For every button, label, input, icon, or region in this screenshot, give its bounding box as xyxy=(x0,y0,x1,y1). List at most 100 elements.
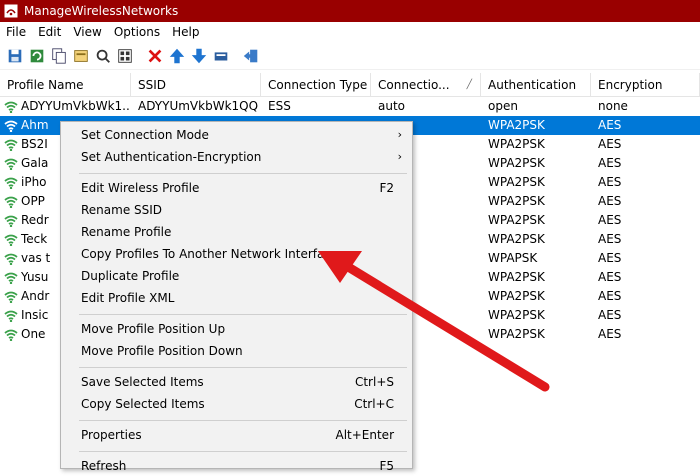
wifi-icon xyxy=(4,196,18,208)
table-cell: auto xyxy=(378,99,406,113)
toolbar-separator xyxy=(232,45,240,67)
context-menu-item[interactable]: Save Selected Items Ctrl+S xyxy=(61,372,412,392)
menu-edit[interactable]: Edit xyxy=(32,22,67,42)
copy-button[interactable] xyxy=(48,45,70,67)
menu-item-label: Move Profile Position Down xyxy=(81,344,243,358)
app-icon xyxy=(4,4,18,18)
wifi-icon xyxy=(4,272,18,284)
table-cell: AES xyxy=(598,213,622,227)
table-cell: WPA2PSK xyxy=(488,308,545,322)
table-cell: ESS xyxy=(268,99,291,113)
profile-name: BS2I xyxy=(21,137,48,151)
move-down-icon xyxy=(191,48,207,63)
table-cell: AES xyxy=(598,232,622,246)
find-button[interactable] xyxy=(92,45,114,67)
column-header-0[interactable]: Profile Name xyxy=(0,73,131,97)
menu-item-label: Set Authentication-Encryption xyxy=(81,150,262,164)
submenu-arrow-icon: › xyxy=(397,128,402,141)
copy-icon xyxy=(52,47,66,64)
context-menu-item[interactable]: Set Authentication-Encryption › xyxy=(61,147,412,167)
menu-item-shortcut: Alt+Enter xyxy=(335,428,394,442)
menu-item-label: Rename Profile xyxy=(81,225,172,239)
toolbar-separator xyxy=(136,45,144,67)
wifi-icon xyxy=(4,215,18,227)
table-cell: AES xyxy=(598,270,622,284)
context-menu-item[interactable]: Move Profile Position Down xyxy=(61,341,412,361)
wifi-icon xyxy=(4,158,18,170)
context-menu: Set Connection Mode › Set Authentication-E… xyxy=(60,121,413,473)
table-cell: WPA2PSK xyxy=(488,289,545,303)
menu-item-shortcut: F2 xyxy=(379,181,394,195)
menu-item-shortcut: Ctrl+C xyxy=(354,397,394,411)
profile-name: Andr xyxy=(21,289,50,303)
menu-item-label: Rename SSID xyxy=(81,203,163,217)
menu-item-label: Refresh xyxy=(81,459,127,473)
toolbar xyxy=(0,42,700,70)
profile-name: vas t xyxy=(21,251,51,265)
column-header-5[interactable]: Encryption xyxy=(591,73,700,97)
properties-icon xyxy=(74,49,88,62)
table-cell: ADYYUmVkbWk1QQ xyxy=(138,99,259,113)
find-icon xyxy=(96,49,110,63)
table-cell: AES xyxy=(598,308,622,322)
table-row[interactable]: ADYYUmVkbWk1... ADYYUmVkbWk1QQ ESS auto open… xyxy=(0,97,700,116)
menu-separator xyxy=(79,367,407,368)
edit-icon xyxy=(214,51,228,60)
context-menu-item[interactable]: Edit Wireless Profile F2 xyxy=(61,178,412,198)
context-menu-item[interactable]: Properties Alt+Enter xyxy=(61,425,412,445)
context-menu-item[interactable]: Refresh F5 xyxy=(61,456,412,476)
wifi-icon xyxy=(4,291,18,303)
properties-button[interactable] xyxy=(70,45,92,67)
context-menu-item[interactable]: Move Profile Position Up xyxy=(61,319,412,339)
title-bar: ManageWirelessNetworks xyxy=(0,0,700,22)
wifi-icon xyxy=(4,310,18,322)
table-cell: WPA2PSK xyxy=(488,137,545,151)
menu-help[interactable]: Help xyxy=(166,22,205,42)
table-cell: AES xyxy=(598,118,622,132)
delete-button[interactable] xyxy=(144,45,166,67)
table-cell: WPA2PSK xyxy=(488,232,545,246)
column-header-3[interactable]: Connectio... ╱ xyxy=(371,73,481,97)
move-down-button[interactable] xyxy=(188,45,210,67)
menu-item-label: Edit Wireless Profile xyxy=(81,181,200,195)
context-menu-item[interactable]: Copy Profiles To Another Network Interfa… xyxy=(61,244,412,264)
wifi-icon xyxy=(4,177,18,189)
wifi-icon xyxy=(4,329,18,341)
table-cell: WPA2PSK xyxy=(488,175,545,189)
column-header-4[interactable]: Authentication xyxy=(481,73,591,97)
profile-name: One xyxy=(21,327,46,341)
column-header-2[interactable]: Connection Type xyxy=(261,73,371,97)
profile-name: iPho xyxy=(21,175,47,189)
context-menu-item[interactable]: Copy Selected Items Ctrl+C xyxy=(61,394,412,414)
menu-separator xyxy=(79,420,407,421)
context-menu-item[interactable]: Duplicate Profile xyxy=(61,266,412,286)
save-button[interactable] xyxy=(4,45,26,67)
context-menu-item[interactable]: Set Connection Mode › xyxy=(61,125,412,145)
menu-file[interactable]: File xyxy=(0,22,32,42)
table-cell: none xyxy=(598,99,628,113)
table-cell: AES xyxy=(598,289,622,303)
context-menu-item[interactable]: Rename Profile xyxy=(61,222,412,242)
edit-button[interactable] xyxy=(210,45,232,67)
exit-button[interactable] xyxy=(240,45,262,67)
wifi-icon xyxy=(4,234,18,246)
column-header-1[interactable]: SSID xyxy=(131,73,261,97)
table-cell: open xyxy=(488,99,518,113)
context-menu-item[interactable]: Rename SSID xyxy=(61,200,412,220)
table-cell: AES xyxy=(598,251,622,265)
table-cell: ADYYUmVkbWk1... xyxy=(0,97,131,116)
menu-bar: File Edit View Options Help xyxy=(0,22,700,42)
refresh-button[interactable] xyxy=(26,45,48,67)
move-up-button[interactable] xyxy=(166,45,188,67)
html-report-button[interactable] xyxy=(114,45,136,67)
exit-icon xyxy=(243,49,258,62)
menu-item-label: Move Profile Position Up xyxy=(81,322,226,336)
menu-view[interactable]: View xyxy=(67,22,107,42)
context-menu-item[interactable]: Edit Profile XML xyxy=(61,288,412,308)
table-cell: WPAPSK xyxy=(488,251,538,265)
column-header-label: Authentication xyxy=(488,78,577,92)
profile-name: ADYYUmVkbWk1... xyxy=(21,99,131,113)
table-cell: WPA2PSK xyxy=(488,270,545,284)
menu-options[interactable]: Options xyxy=(108,22,166,42)
table-header: Profile Name SSID Connection Type Connectio… xyxy=(0,73,700,97)
